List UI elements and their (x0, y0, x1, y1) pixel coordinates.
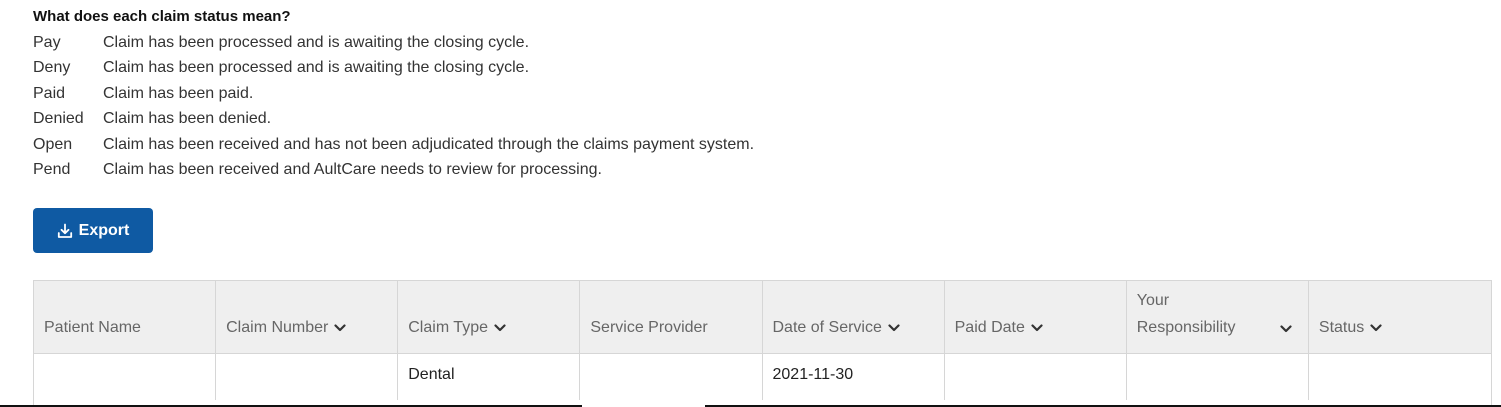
cell-your-responsibility (1127, 354, 1309, 400)
column-header-service-provider: Service Provider (580, 281, 763, 353)
column-label: Claim Number (226, 319, 329, 336)
legend-item-pay: Pay Claim has been processed and is awai… (33, 30, 754, 55)
legend-description: Claim has been received and has not been… (103, 135, 755, 153)
cell-service-provider (580, 354, 763, 400)
legend-item-open: Open Claim has been received and has not… (33, 132, 754, 157)
column-label: Status (1318, 319, 1365, 336)
legend-description: Claim has been denied. (103, 110, 272, 128)
cell-claim-type: Dental (398, 354, 581, 400)
legend-code: Denied (33, 110, 84, 128)
column-label: Service Provider (590, 319, 708, 336)
export-label: Export (78, 221, 130, 239)
legend-title: What does each claim status mean? (33, 8, 291, 25)
column-label: Paid Date (954, 319, 1025, 336)
chevron-down-icon[interactable] (1280, 325, 1292, 333)
legend-code: Deny (33, 59, 71, 77)
table-row[interactable]: Dental 2021-11-30 (34, 354, 1491, 400)
legend-code: Pend (33, 160, 71, 178)
column-header-paid-date[interactable]: Paid Date (945, 281, 1127, 353)
legend-code: Pay (33, 34, 61, 51)
claims-table: Patient Name Claim Number Claim Type Ser… (33, 280, 1492, 407)
legend-code: Open (33, 135, 73, 153)
legend-code: Paid (33, 84, 66, 102)
chevron-down-icon (1370, 323, 1382, 331)
legend-item-deny: Deny Claim has been processed and is awa… (33, 55, 754, 80)
column-label: Claim Type (408, 319, 488, 336)
legend-item-paid: Paid Claim has been paid. (33, 81, 754, 106)
column-header-patient-name: Patient Name (34, 281, 217, 353)
column-label: Date of Service (772, 319, 882, 336)
legend-item-denied: Denied Claim has been denied. (33, 106, 754, 131)
sort-paid-date[interactable]: Paid Date (955, 314, 1043, 341)
sort-claim-number[interactable]: Claim Number (226, 314, 346, 341)
legend-description: Claim has been processed and is awaiting… (103, 59, 530, 77)
legend-description: Claim has been received and AultCare nee… (103, 160, 602, 178)
legend-item-pend: Pend Claim has been received and AultCar… (33, 157, 754, 182)
column-header-claim-number[interactable]: Claim Number (216, 281, 399, 353)
column-header-claim-type[interactable]: Claim Type (398, 281, 581, 353)
table-body: Dental 2021-11-30 (34, 354, 1491, 400)
cell-patient-name (34, 354, 217, 400)
table-header: Patient Name Claim Number Claim Type Ser… (34, 281, 1491, 354)
column-header-date-of-service[interactable]: Date of Service (763, 281, 945, 353)
cell-paid-date (945, 354, 1127, 400)
column-label: Your Responsibility (1136, 292, 1236, 336)
sort-status[interactable]: Status (1319, 314, 1382, 341)
sort-claim-type[interactable]: Claim Type (408, 314, 506, 341)
column-label: Patient Name (44, 319, 141, 336)
legend-description: Claim has been paid. (103, 84, 254, 102)
column-header-status[interactable]: Status (1309, 281, 1491, 353)
sort-date-of-service[interactable]: Date of Service (773, 314, 900, 341)
cell-status (1309, 354, 1491, 400)
claim-status-legend: What does each claim status mean? Pay Cl… (33, 8, 754, 182)
column-header-your-responsibility[interactable]: Your Responsibility (1127, 281, 1309, 353)
chevron-down-icon (334, 323, 346, 331)
chevron-down-icon (1031, 323, 1043, 331)
chevron-down-icon (494, 323, 506, 331)
cell-claim-number (216, 354, 399, 400)
export-button[interactable]: Export (33, 208, 153, 253)
legend-description: Claim has been processed and is awaiting… (103, 34, 530, 51)
cell-date-of-service: 2021-11-30 (763, 354, 945, 400)
download-icon (57, 223, 73, 239)
chevron-down-icon (888, 323, 900, 331)
